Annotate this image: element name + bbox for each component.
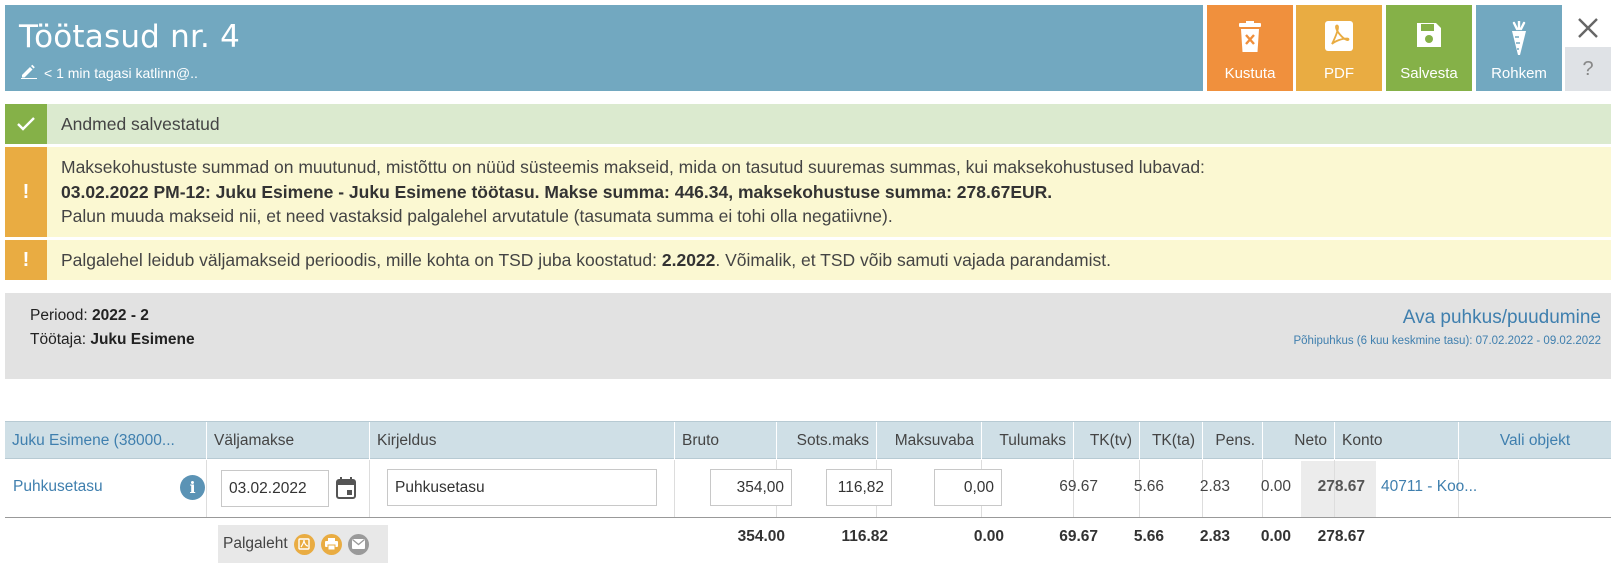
account-link[interactable]: 40711 - Koo... (1381, 478, 1477, 496)
payment-warning-text: Maksekohustuste summad on muutunud, mist… (47, 147, 1205, 237)
calendar-icon[interactable] (336, 477, 356, 504)
payslip-print-icon[interactable] (320, 533, 342, 555)
col-tk-ta: TK(ta) (1139, 422, 1202, 459)
employee-line: Töötaja: Juku Esimene (30, 331, 195, 349)
delete-button[interactable]: Kustuta (1207, 5, 1293, 91)
total-pension: 0.00 (1260, 528, 1291, 545)
warning-icon: ! (5, 147, 47, 237)
open-leave-link[interactable]: Ava puhkus/puudumine (1403, 307, 1601, 329)
gross-input[interactable] (710, 469, 792, 506)
delete-label: Kustuta (1224, 65, 1276, 82)
col-net: Neto (1262, 422, 1334, 459)
tsd-warning-after: . Võimalik, et TSD võib samuti vajada pa… (715, 249, 1111, 270)
payslip-pdf-icon[interactable] (293, 533, 315, 555)
period-label: Periood: (30, 307, 88, 324)
choose-object-link[interactable]: Vali objekt (1458, 422, 1611, 459)
last-edited-text: < 1 min tagasi katlinn@.. (44, 64, 198, 81)
payout-date-input[interactable] (221, 470, 329, 507)
warning-icon: ! (5, 240, 47, 280)
success-message: Andmed salvestatud (5, 104, 1611, 144)
income-tax-value: 69.67 (1059, 478, 1098, 495)
col-income-tax: Tulumaks (981, 422, 1073, 459)
pdf-label: PDF (1324, 65, 1354, 82)
pdf-icon (1296, 21, 1382, 55)
carrot-icon (1476, 21, 1562, 55)
payslip-email-icon[interactable] (347, 533, 369, 555)
trash-icon (1207, 21, 1293, 55)
col-gross: Bruto (674, 422, 776, 459)
period-line: Periood: 2022 - 2 (30, 307, 149, 325)
payment-warning-line3: Palun muuda makseid nii, et need vastaks… (61, 206, 893, 227)
info-icon[interactable]: i (180, 475, 205, 500)
col-description: Kirjeldus (369, 422, 674, 459)
help-button[interactable]: ? (1565, 47, 1611, 91)
tsd-warning: ! Palgalehel leidub väljamakseid periood… (5, 240, 1611, 280)
leave-detail-link[interactable]: Põhipuhkus (6 kuu keskmine tasu): 07.02.… (1293, 335, 1601, 347)
pdf-button[interactable]: PDF (1296, 5, 1382, 91)
total-gross: 354.00 (737, 528, 785, 545)
col-taxfree: Maksuvaba (876, 422, 981, 459)
table-header: Juku Esimene (38000... Väljamakse Kirjel… (5, 421, 1611, 459)
header-bar: Töötasud nr. 4 < 1 min tagasi katlinn@.. (5, 5, 1203, 91)
employee-label: Töötaja: (30, 331, 87, 348)
check-icon (5, 104, 47, 144)
payment-warning-line1: Maksekohustuste summad on muutunud, mist… (61, 157, 1205, 178)
success-text: Andmed salvestatud (61, 113, 220, 134)
tsd-warning-before: Palgalehel leidub väljamakseid perioodis… (61, 249, 662, 270)
col-employee[interactable]: Juku Esimene (38000... (5, 422, 206, 459)
total-income-tax: 69.67 (1059, 528, 1098, 545)
total-net: 278.67 (1317, 528, 1365, 545)
total-social-tax: 116.82 (841, 528, 888, 545)
total-taxfree: 0.00 (973, 528, 1004, 545)
more-label: Rohkem (1491, 65, 1547, 82)
tsd-warning-text: Palgalehel leidub väljamakseid perioodis… (47, 240, 1111, 280)
close-icon[interactable] (1565, 8, 1611, 48)
payment-type-link[interactable]: Puhkusetasu (13, 478, 103, 496)
payment-warning: ! Maksekohustuste summad on muutunud, mi… (5, 147, 1611, 237)
payment-warning-line2: 03.02.2022 PM-12: Juku Esimene - Juku Es… (61, 181, 1053, 202)
col-tk-tv: TK(tv) (1073, 422, 1139, 459)
last-edited: < 1 min tagasi katlinn@.. (19, 63, 198, 82)
taxfree-input[interactable] (934, 469, 1002, 506)
net-value: 278.67 (1317, 478, 1365, 495)
period-value: 2022 - 2 (92, 307, 149, 324)
pencil-icon (19, 63, 39, 82)
payslip-label: Palgaleht (223, 535, 288, 552)
save-label: Salvesta (1400, 65, 1458, 82)
page-title: Töötasud nr. 4 (19, 19, 241, 55)
social-tax-input[interactable] (826, 469, 892, 506)
payslip-box: Palgaleht (218, 525, 388, 563)
save-button[interactable]: Salvesta (1386, 5, 1472, 91)
pension-value: 0.00 (1260, 478, 1291, 495)
tsd-warning-period: 2.2022 (661, 249, 716, 270)
col-account: Konto (1334, 422, 1458, 459)
more-button[interactable]: Rohkem (1476, 5, 1562, 91)
col-social-tax: Sots.maks (776, 422, 876, 459)
page: Töötasud nr. 4 < 1 min tagasi katlinn@..… (0, 0, 1616, 587)
floppy-disk-icon (1386, 21, 1472, 55)
col-payout: Väljamakse (206, 422, 369, 459)
employee-value: Juku Esimene (90, 331, 195, 348)
info-panel: Periood: 2022 - 2 Töötaja: Juku Esimene … (5, 293, 1611, 379)
col-pension: Pens. (1202, 422, 1262, 459)
description-input[interactable] (387, 469, 657, 506)
